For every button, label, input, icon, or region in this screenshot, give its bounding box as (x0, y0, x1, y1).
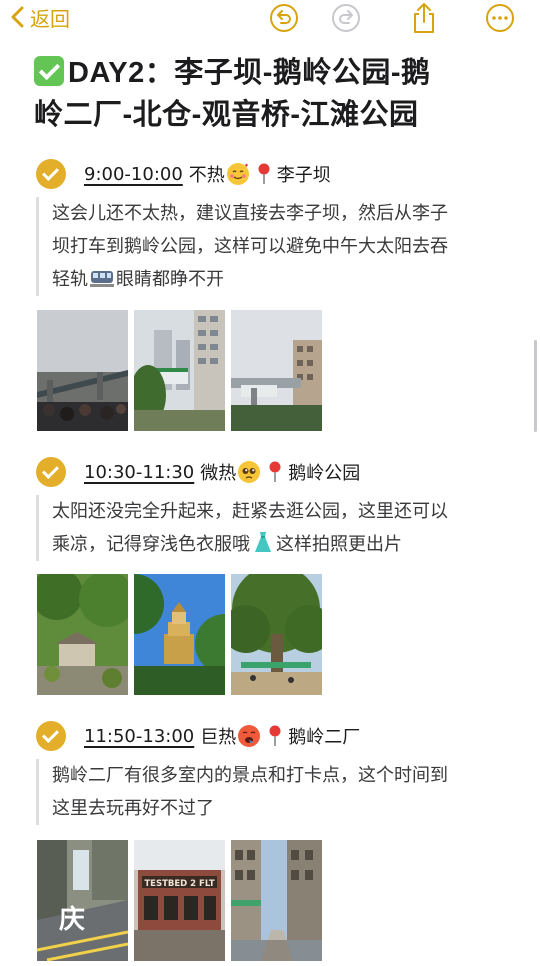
section-heading: 9:00-10:00 不热 李子坝 (36, 159, 331, 189)
share-button[interactable] (408, 2, 440, 34)
photo-row (37, 310, 322, 431)
title-line-2: 岭二厂-北仓-观音桥-江滩公园 (34, 99, 419, 131)
weather-label: 微热 (200, 463, 237, 484)
dress-icon (255, 532, 271, 552)
photo-thumbnail[interactable] (231, 840, 322, 961)
chevron-left-icon (11, 6, 24, 28)
redo-icon (332, 4, 360, 32)
section-description: 太阳还没完全升起来，赶紧去逛公园，这里还可以 乘凉，记得穿浅色衣服哦 这样拍照更出… (36, 495, 526, 561)
section-heading: 11:50-13:00 巨热 鹅岭二厂 (36, 721, 360, 751)
description-text: 乘凉，记得穿浅色衣服哦 (52, 534, 250, 555)
photo-thumbnail[interactable] (231, 574, 322, 695)
place-name: 李子坝 (276, 165, 331, 186)
map-pin-icon (258, 163, 270, 184)
checkbox-checked-icon[interactable] (36, 159, 66, 189)
photo-thumbnail[interactable] (134, 310, 225, 431)
photo-row (37, 574, 322, 695)
monorail-train-icon (90, 271, 114, 287)
photo-sign-text: TESTBED 2 FLT (144, 879, 215, 889)
description-line: 鹅岭二厂有很多室内的景点和打卡点，这个时间到 (52, 765, 448, 786)
place-name: 鹅岭二厂 (288, 727, 361, 748)
photo-thumbnail[interactable]: 庆 (37, 840, 128, 961)
smiling-hearts-face-icon (226, 163, 249, 185)
description-text: 眼睛都睁不开 (116, 269, 224, 290)
note-title[interactable]: DAY2：李子坝-鹅岭公园-鹅 岭二厂-北仓-观音桥-江滩公园 (34, 52, 514, 136)
description-line: 这里去玩再好不过了 (52, 798, 214, 819)
redo-button[interactable] (330, 2, 362, 34)
more-icon (486, 4, 514, 32)
description-text: 这样拍照更出片 (276, 534, 402, 555)
photo-thumbnail[interactable] (37, 574, 128, 695)
photo-thumbnail[interactable] (231, 310, 322, 431)
place-name: 鹅岭公园 (288, 463, 361, 484)
time-range: 11:50-13:00 (84, 725, 195, 747)
section-description: 这会儿还不太热，建议直接去李子坝，然后从李子 坝打车到鹅岭公园，这样可以避免中午… (36, 197, 526, 296)
photo-pavement-text: 庆 (59, 904, 85, 935)
photo-thumbnail[interactable]: TESTBED 2 FLT (134, 840, 225, 961)
description-line: 乘凉，记得穿浅色衣服哦 这样拍照更出片 (52, 528, 526, 561)
weather-label: 巨热 (200, 727, 237, 748)
photo-row: 庆 TESTBED 2 FLT (37, 840, 322, 961)
undo-icon (270, 4, 298, 32)
photo-thumbnail[interactable] (37, 310, 128, 431)
section-heading: 10:30-11:30 微热 鹅岭公园 (36, 457, 360, 487)
time-range: 9:00-10:00 (84, 163, 183, 185)
description-line: 坝打车到鹅岭公园，这样可以避免中午大太阳去吞 (52, 236, 448, 257)
undo-button[interactable] (268, 2, 300, 34)
back-label: 返回 (30, 6, 70, 31)
weather-label: 不热 (188, 165, 225, 186)
description-line: 这会儿还不太热，建议直接去李子坝，然后从李子 (52, 203, 448, 224)
time-range: 10:30-11:30 (84, 461, 195, 483)
map-pin-icon (269, 725, 281, 746)
title-line-1: DAY2：李子坝-鹅岭公园-鹅 (68, 57, 431, 89)
more-button[interactable] (484, 2, 516, 34)
share-icon (414, 3, 434, 33)
description-line: 太阳还没完全升起来，赶紧去逛公园，这里还可以 (52, 501, 448, 522)
check-mark-icon (34, 56, 64, 86)
hot-face-icon (238, 725, 261, 747)
scrollbar[interactable] (534, 340, 537, 432)
section-description: 鹅岭二厂有很多室内的景点和打卡点，这个时间到 这里去玩再好不过了 (36, 759, 526, 825)
photo-thumbnail[interactable] (134, 574, 225, 695)
note-toolbar: 返回 (0, 0, 540, 36)
pleading-face-icon (238, 461, 261, 483)
map-pin-icon (269, 461, 281, 482)
description-line: 轻轨 眼睛都睁不开 (52, 263, 526, 296)
checkbox-checked-icon[interactable] (36, 457, 66, 487)
checkbox-checked-icon[interactable] (36, 721, 66, 751)
description-text: 轻轨 (52, 269, 88, 290)
back-button[interactable]: 返回 (10, 2, 70, 32)
